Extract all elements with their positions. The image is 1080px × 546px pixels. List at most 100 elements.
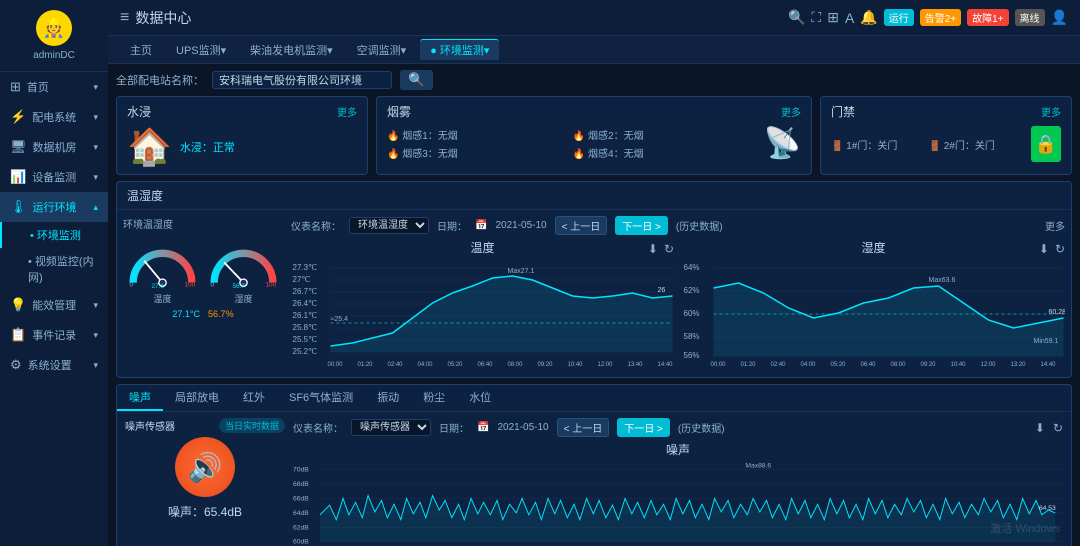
tab-noise[interactable]: 噪声 (117, 385, 163, 411)
sidebar-item-events[interactable]: 📋 事件记录 ▾ (0, 320, 108, 350)
svg-text:Max27.1: Max27.1 (508, 268, 535, 275)
tab-water[interactable]: 水位 (457, 385, 503, 411)
sidebar-item-energy[interactable]: 💡 能效管理 ▾ (0, 290, 108, 320)
sidebar-sub-env-monitor[interactable]: • 环境监测 (0, 222, 108, 248)
svg-text:09:20: 09:20 (921, 362, 937, 368)
next-day-button[interactable]: 下一日 > (615, 216, 668, 235)
section-more[interactable]: 更多 (1045, 218, 1065, 233)
sidebar-item-power[interactable]: ⚡ 配电系统 ▾ (0, 102, 108, 132)
station-search-button[interactable]: 🔍 (400, 70, 433, 90)
main-content: ≡ 数据中心 🔍 ⛶ ⊞ A 🔔 运行 告警2+ 故障1+ 离线 👤 主页 UP… (108, 0, 1080, 546)
datacenter-icon: 🖥 (10, 139, 27, 155)
svg-text:27.1: 27.1 (152, 283, 165, 290)
svg-text:26: 26 (658, 287, 666, 294)
svg-text:02:40: 02:40 (771, 362, 787, 368)
prev-day-button[interactable]: < 上一日 (555, 216, 608, 235)
hum-gauge: 0 100 56.7 湿度 (206, 235, 281, 305)
grid-icon[interactable]: ⊞ (827, 9, 839, 26)
temperature-section-content: 环境温湿度 (117, 210, 1071, 377)
svg-text:09:20: 09:20 (538, 362, 554, 368)
noise-instrument-label: 仪表名称： (293, 420, 343, 435)
tab-environment[interactable]: ● 环境监测▾ (420, 39, 499, 60)
chart-area: 仪表名称： 环境温湿度 日期： 📅 2021-05-10 < 上一日 下一日 >… (291, 216, 1065, 371)
svg-text:70dB: 70dB (293, 467, 309, 474)
gauge-sub-title: 环境温湿度 (123, 216, 173, 231)
smoke-item-1: 🔥 烟感1：无烟 (387, 127, 570, 142)
svg-text:13:20: 13:20 (1011, 362, 1027, 368)
user-icon[interactable]: 👤 (1051, 9, 1068, 26)
svg-text:05:20: 05:20 (448, 362, 464, 368)
arrow-icon-7: ▾ (93, 330, 98, 341)
refresh-icon[interactable]: ↻ (664, 242, 674, 256)
noise-download-icon[interactable]: ⬇ (1035, 421, 1045, 435)
sidebar-item-datacenter-label: 数据机房 (33, 139, 77, 155)
temperature-section-title: 温湿度 (127, 187, 163, 204)
smoke-more-button[interactable]: 更多 (781, 104, 801, 119)
badge-running: 运行 (884, 9, 914, 26)
bell-icon[interactable]: 🔔 (860, 9, 877, 26)
instrument-select[interactable]: 环境温湿度 (349, 217, 429, 234)
svg-text:60dB: 60dB (293, 539, 309, 546)
history-link[interactable]: (历史数据) (676, 218, 723, 233)
door-item-1: 🚪 1#门：关门 (831, 137, 926, 152)
svg-text:12:00: 12:00 (598, 362, 614, 368)
smoke-card-header: 烟雾 更多 (387, 103, 801, 120)
svg-text:64%: 64% (684, 263, 700, 272)
temperature-section-header: 温湿度 (117, 182, 1071, 210)
noise-next-button[interactable]: 下一日 > (617, 418, 670, 437)
arrow-icon: ▾ (93, 82, 98, 93)
svg-text:26.4℃: 26.4℃ (293, 299, 318, 308)
arrow-icon-8: ▾ (93, 360, 98, 371)
svg-text:≈25.4: ≈25.4 (331, 316, 349, 323)
svg-text:08:00: 08:00 (508, 362, 524, 368)
hum-download-icon[interactable]: ⬇ (1039, 242, 1049, 256)
download-icon[interactable]: ⬇ (648, 242, 658, 256)
noise-refresh-icon[interactable]: ↻ (1053, 421, 1063, 435)
tab-ac[interactable]: 空调监测▾ (347, 40, 417, 60)
instrument-label: 仪表名称： (291, 218, 341, 233)
menu-icon-top[interactable]: ≡ (120, 9, 129, 27)
tab-ups[interactable]: UPS监测▾ (166, 40, 236, 60)
water-status: 水浸：正常 (180, 139, 235, 155)
water-more-button[interactable]: 更多 (337, 104, 357, 119)
tab-generator[interactable]: 柴油发电机监测▾ (240, 40, 343, 60)
noise-date-value: 2021-05-10 (497, 422, 548, 433)
noise-instrument-select[interactable]: 噪声传感器 (351, 419, 431, 436)
nav-tabs: 主页 UPS监测▾ 柴油发电机监测▾ 空调监测▾ ● 环境监测▾ (108, 36, 1080, 64)
search-icon-top[interactable]: 🔍 (788, 9, 805, 26)
badge-alarm: 告警2+ (920, 9, 961, 26)
svg-text:Min59.1: Min59.1 (1034, 338, 1059, 345)
sidebar-item-environment[interactable]: 🌡 运行环境 ▴ (0, 192, 108, 222)
zoom-icon[interactable]: ⛶ (811, 9, 821, 26)
svg-text:Max63.6: Max63.6 (929, 277, 956, 284)
sidebar-item-devices[interactable]: 📊 设备监测 ▾ (0, 162, 108, 192)
sidebar-sub-video[interactable]: • 视频监控(内网) (0, 248, 108, 290)
noise-chart-svg: 70dB 68dB 66dB 64dB 62dB 60dB (293, 460, 1063, 546)
station-input[interactable] (212, 71, 392, 89)
tab-vibration[interactable]: 振动 (365, 385, 411, 411)
svg-text:06:40: 06:40 (478, 362, 494, 368)
tab-infrared[interactable]: 红外 (231, 385, 277, 411)
tab-dust[interactable]: 粉尘 (411, 385, 457, 411)
noise-badge[interactable]: 当日实时数据 (219, 418, 285, 433)
svg-text:100: 100 (185, 281, 196, 288)
tab-home[interactable]: 主页 (120, 40, 162, 60)
sidebar-item-datacenter[interactable]: 🖥 数据机房 ▾ (0, 132, 108, 162)
hum-refresh-icon[interactable]: ↻ (1055, 242, 1065, 256)
topbar-right: 🔍 ⛶ ⊞ A 🔔 运行 告警2+ 故障1+ 离线 👤 (788, 9, 1068, 26)
door-more-button[interactable]: 更多 (1041, 104, 1061, 119)
svg-text:68dB: 68dB (293, 481, 309, 488)
noise-history-link[interactable]: (历史数据) (678, 420, 725, 435)
svg-text:0: 0 (211, 281, 215, 288)
tab-partial[interactable]: 局部放电 (163, 385, 231, 411)
font-icon[interactable]: A (845, 10, 854, 26)
tab-sf6[interactable]: SF6气体监测 (277, 385, 365, 411)
cards-row: 水浸 更多 🏠 水浸：正常 烟雾 更多 (116, 96, 1072, 175)
energy-icon: 💡 (10, 297, 26, 313)
hum-chart-header: 湿度 ⬇ ↻ (682, 239, 1065, 258)
temp-gauge-svg: 0 100 27.1 (125, 235, 200, 290)
sidebar-item-home[interactable]: ⊞ 首页 ▾ (0, 72, 108, 102)
sidebar-item-settings[interactable]: ⚙ 系统设置 ▾ (0, 350, 108, 380)
noise-prev-button[interactable]: < 上一日 (557, 418, 610, 437)
noise-header: 噪声传感器 当日实时数据 (125, 418, 285, 433)
